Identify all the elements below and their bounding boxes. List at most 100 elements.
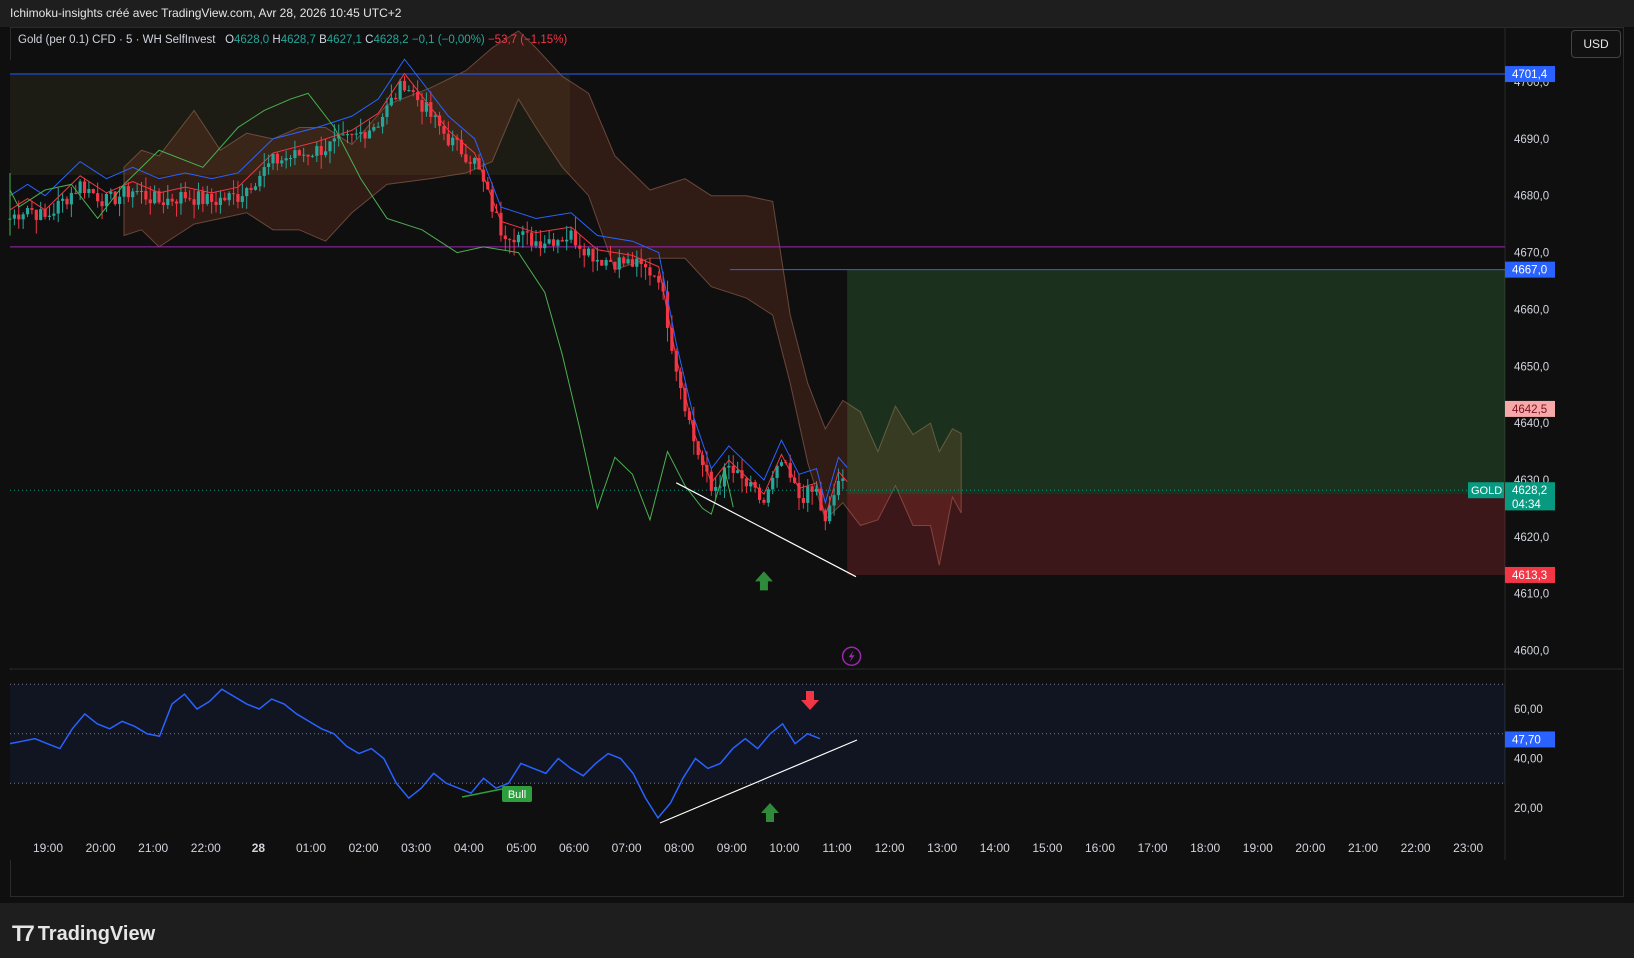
- candle-body: [595, 259, 599, 262]
- candle-body: [832, 495, 836, 506]
- candle-body: [17, 214, 21, 220]
- candle-body: [153, 191, 157, 204]
- candle-body: [302, 154, 306, 156]
- candle-body: [78, 181, 82, 194]
- candle-body: [604, 260, 608, 266]
- candle-body: [148, 199, 152, 204]
- candle-body: [245, 188, 249, 197]
- candle-body: [608, 260, 613, 262]
- candle-body: [30, 208, 34, 210]
- candle-body: [569, 230, 573, 240]
- candle-body: [810, 486, 814, 492]
- price-tick: 4610,0: [1514, 589, 1549, 601]
- time-tick: 22:00: [191, 841, 221, 855]
- candle-body: [341, 134, 345, 136]
- candle-body: [297, 150, 301, 156]
- candle-body: [61, 198, 65, 201]
- symbol-tag: GOLD: [1471, 485, 1502, 497]
- tradingview-logo[interactable]: T7 TradingView: [12, 921, 155, 947]
- candle-body: [578, 245, 582, 249]
- candle-body: [91, 188, 95, 194]
- candle-body: [635, 258, 639, 267]
- candle-body: [306, 154, 310, 157]
- candle-body: [565, 239, 569, 242]
- candle-body: [551, 239, 556, 246]
- symbol-name[interactable]: Gold (per 0.1) CFD · 5 · WH SelfInvest: [18, 34, 215, 46]
- time-tick: 06:00: [559, 841, 589, 855]
- candle-body: [556, 240, 560, 246]
- high-value: 4628,7: [280, 34, 316, 46]
- time-tick: 20:00: [1295, 841, 1325, 855]
- tradingview-brand: TradingView: [37, 922, 156, 945]
- currency-button[interactable]: USD: [1571, 30, 1621, 58]
- candle-body: [236, 194, 240, 202]
- time-tick: 03:00: [401, 841, 431, 855]
- candle-body: [762, 499, 766, 503]
- candle-body: [407, 90, 411, 92]
- candle-body: [363, 132, 367, 139]
- candle-body: [214, 201, 218, 205]
- candle-body: [530, 232, 534, 246]
- candle-body: [315, 146, 319, 156]
- candle-body: [87, 188, 91, 194]
- rsi-value: 47,70: [1512, 734, 1541, 746]
- tradingview-mark-icon: T7: [12, 921, 35, 946]
- candle-body: [74, 192, 78, 194]
- low-value: 4627,1: [326, 34, 362, 46]
- candle-body: [630, 259, 635, 267]
- candle-body: [797, 482, 801, 499]
- candle-body: [643, 264, 648, 268]
- candle-body: [657, 275, 661, 283]
- bull-label: Bull: [508, 789, 526, 801]
- rsi-tick: 60,00: [1514, 704, 1543, 716]
- candle-body: [324, 151, 328, 156]
- open-value: 4628,0: [234, 34, 270, 46]
- time-tick: 09:00: [717, 841, 747, 855]
- candle-body: [34, 209, 38, 220]
- ichimoku-cloud-bull: [10, 75, 570, 175]
- candle-body: [521, 231, 525, 235]
- candle-body: [47, 215, 52, 217]
- candle-body: [766, 489, 770, 503]
- chart-canvas[interactable]: 4600,04610,04620,04630,04640,04650,04660…: [0, 0, 1634, 903]
- price-label: 4701,4: [1512, 69, 1548, 81]
- candle-body: [122, 186, 126, 197]
- candle-body: [779, 462, 784, 466]
- candle-body: [293, 150, 297, 159]
- candle-body: [380, 116, 385, 127]
- candle-body: [227, 193, 231, 201]
- price-tick: 4640,0: [1514, 418, 1549, 430]
- time-tick: 23:00: [1453, 841, 1483, 855]
- candle-body: [416, 91, 420, 101]
- candle-body: [267, 163, 271, 168]
- change-day-value: −53,7 (−1,15%): [487, 34, 568, 46]
- time-tick: 17:00: [1138, 841, 1168, 855]
- candle-body: [25, 208, 30, 215]
- candle-body: [512, 239, 516, 243]
- candle-body: [275, 153, 279, 164]
- candle-body: [310, 155, 315, 157]
- candle-body: [648, 267, 652, 276]
- price-label: 4613,3: [1512, 570, 1547, 582]
- candle-body: [65, 198, 69, 205]
- candle-body: [560, 240, 564, 242]
- candle-body: [12, 214, 16, 219]
- candle-body: [446, 133, 450, 146]
- candle-body: [411, 90, 415, 92]
- candle-body: [622, 257, 626, 264]
- candle-body: [836, 480, 841, 496]
- time-tick: 28: [252, 841, 266, 855]
- candle-body: [582, 248, 586, 256]
- price-tick: 4670,0: [1514, 248, 1549, 260]
- candle-body: [402, 80, 407, 91]
- candle-body: [714, 487, 718, 491]
- candle-body: [771, 477, 775, 490]
- candle-body: [354, 133, 358, 135]
- candle-body: [271, 153, 275, 164]
- candle-body: [280, 160, 284, 164]
- candle-body: [21, 214, 25, 220]
- candle-body: [52, 213, 56, 216]
- price-tick: 4680,0: [1514, 191, 1549, 203]
- time-tick: 21:00: [1348, 841, 1378, 855]
- candle-body: [179, 192, 183, 204]
